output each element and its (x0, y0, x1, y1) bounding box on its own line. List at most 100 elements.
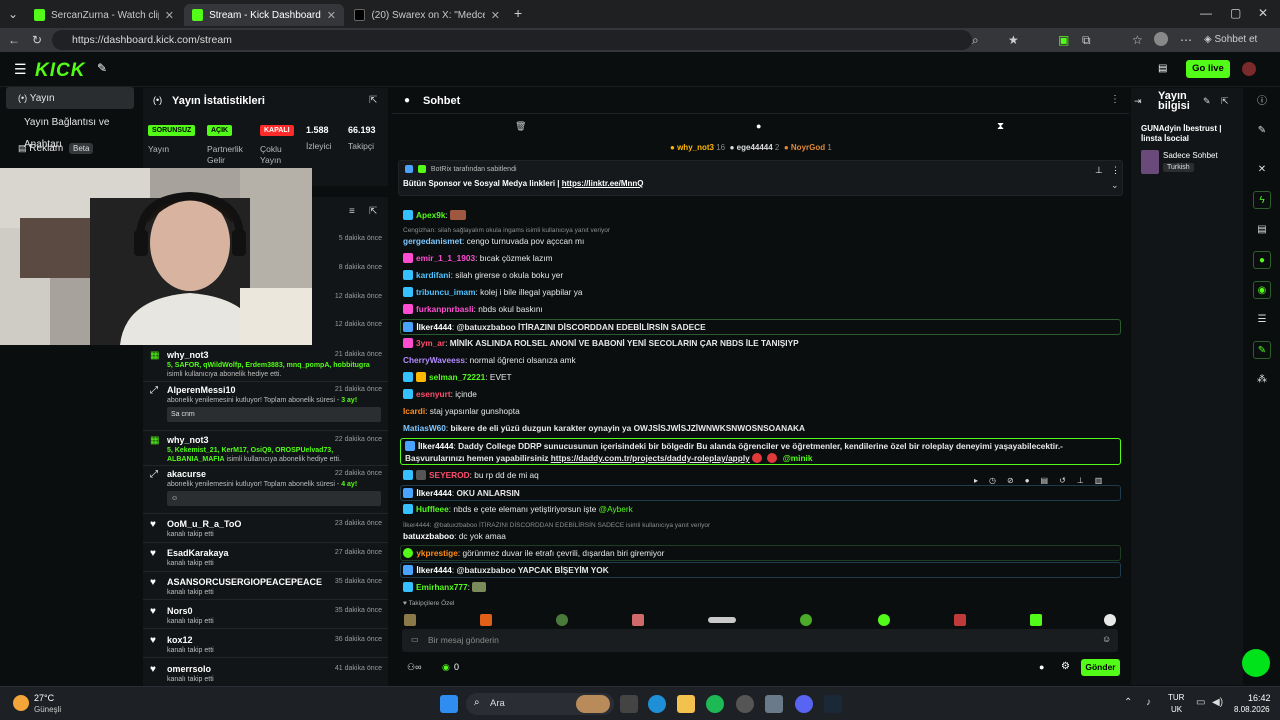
nav-item-stream-key[interactable]: Yayın Bağlantısı ve Anahtarı (6, 112, 134, 150)
chat-message[interactable]: 3ym_ar: MİNİK ASLINDA ROLSEL ANONİ VE BA… (403, 336, 1123, 352)
filter-icon[interactable]: ≡ (349, 206, 355, 217)
close-window-icon[interactable]: ✕ (1258, 6, 1268, 20)
network-icon[interactable]: ▭ (1196, 697, 1205, 708)
popout-icon[interactable]: ⇱ (369, 206, 377, 217)
close-icon[interactable]: ✕ (165, 9, 174, 22)
copy-icon[interactable]: ▤ (1041, 476, 1060, 485)
reply-icon[interactable]: ● (1025, 476, 1041, 485)
emote-icon[interactable] (632, 614, 644, 626)
clock-time[interactable]: 16:42 (1248, 693, 1271, 703)
chat-message[interactable]: selman_72221: EVET (403, 370, 1123, 386)
emote-icon[interactable] (404, 614, 416, 626)
chatter-name[interactable]: why_not3 (677, 143, 714, 152)
users-icon[interactable]: ⚇∞ (407, 662, 421, 673)
chat-username[interactable]: CherryWaveess (403, 355, 465, 365)
chat-username[interactable]: İlker4444 (416, 488, 452, 498)
chat-mention[interactable]: @Ayberk (599, 504, 633, 514)
close-icon[interactable]: ✕ (327, 9, 336, 22)
trash-icon[interactable]: 🗑 (515, 121, 526, 132)
more-icon[interactable]: ⋮ (1110, 94, 1120, 105)
popout-icon[interactable]: ⇱ (369, 95, 377, 106)
chat-username[interactable]: tribuncu_imam (416, 287, 475, 297)
event-username[interactable]: OoM_u_R_a_ToO (167, 519, 241, 529)
chat-username[interactable]: Icardi (403, 406, 425, 416)
spotify-icon[interactable] (706, 695, 724, 713)
chat-message[interactable]: ykprestige: görünmez duvar ile etrafı çe… (400, 545, 1121, 561)
chat-message[interactable]: batuxzbaboo: dc yok amaa (403, 529, 1123, 545)
chat-username[interactable]: 3ym_ar (416, 338, 445, 348)
emote-icon[interactable] (878, 614, 890, 626)
steam-icon[interactable] (824, 695, 842, 713)
chat-username[interactable]: İlker4444 (418, 441, 454, 451)
lightning-icon[interactable]: ϟ (1253, 191, 1271, 209)
event-username[interactable]: EsadKarakaya (167, 548, 229, 558)
chatter-name[interactable]: NoyrGod (791, 143, 825, 152)
timeout-icon[interactable]: ◷ (989, 476, 1007, 485)
event-username[interactable]: ASANSORCUSERGIOPEACEPEACE (167, 577, 322, 587)
zoom-icon[interactable]: ⌕ (972, 33, 979, 48)
chat-message[interactable]: kardifani: silah girerse o okula boku ye… (403, 268, 1123, 284)
chat-message-highlighted[interactable]: İlker4444: Daddy College DDRP sunucusunu… (400, 438, 1121, 465)
chat-username[interactable]: Emirhanx777 (416, 582, 468, 592)
chat-message[interactable]: İlker4444: @batuxzbaboo YAPCAK BİŞEYİM Y… (400, 562, 1121, 578)
tab-list-icon[interactable]: ⌄ (8, 7, 18, 21)
hourglass-icon[interactable]: ⧗ (997, 121, 1004, 132)
task-view-icon[interactable] (620, 695, 638, 713)
bookmark-icon[interactable]: ★ (1008, 33, 1019, 47)
ban-icon[interactable]: ⊘ (1007, 476, 1025, 485)
event-username[interactable]: why_not3 (167, 435, 209, 445)
reload-icon[interactable]: ↻ (32, 33, 42, 47)
chat-message[interactable]: MatiasW60: bikere de eli yüzü duzgun kar… (403, 421, 1123, 437)
chat-username[interactable]: Huffleee (416, 504, 449, 514)
chat-username[interactable]: selman_72221 (429, 372, 485, 382)
nav-item-stream[interactable]: (•) Yayın (6, 87, 134, 109)
chat-mention[interactable]: @minik (783, 453, 813, 463)
chatter-name[interactable]: ege44444 (737, 143, 773, 152)
pinned-link[interactable]: https://linktr.ee/MnnQ (562, 179, 644, 188)
weather-icon[interactable] (13, 695, 29, 711)
menu-icon[interactable]: ⋯ (1180, 33, 1192, 47)
emote-icon[interactable] (1104, 614, 1116, 626)
edit-icon[interactable]: ✎ (1253, 122, 1271, 140)
close-icon[interactable]: ✕ (491, 9, 500, 22)
chat-username[interactable]: İlker4444 (416, 565, 452, 575)
edit-icon[interactable]: ✎ (1203, 96, 1211, 107)
kick-logo[interactable]: KICK (35, 60, 85, 82)
emote-icon[interactable] (954, 614, 966, 626)
chat-bubble-icon[interactable]: ● (1039, 662, 1044, 672)
app-icon[interactable] (736, 695, 754, 713)
chat-message[interactable]: furkanpnrbasli: nbds okul baskını (403, 302, 1123, 318)
tab-kick-clips[interactable]: SercanZurna - Watch clips on Kick ✕ (26, 4, 182, 26)
chat-input-field[interactable]: ▭ Bir mesaj gönderin ☺ (402, 629, 1118, 652)
status-indicator[interactable] (1242, 649, 1270, 677)
edge-icon[interactable] (648, 695, 666, 713)
clipboard-icon[interactable]: ▤ (1253, 221, 1271, 239)
emote-icon[interactable] (708, 617, 736, 623)
maximize-icon[interactable]: ▢ (1230, 6, 1241, 20)
list-icon[interactable]: ☰ (1253, 311, 1271, 329)
pin-icon[interactable]: ✎ (1253, 341, 1271, 359)
chat-username[interactable]: batuxzbaboo (403, 531, 454, 541)
chat-username[interactable]: SEYEROD (429, 470, 470, 480)
mic-icon[interactable]: ♪ (1146, 697, 1151, 708)
chat-message[interactable]: Huffleee: nbds e çete elemanı yetiştiriy… (403, 502, 1123, 518)
chat-bubble-icon[interactable]: ● (756, 121, 761, 131)
studio-icon[interactable]: ▤ (1158, 63, 1167, 74)
undo-icon[interactable]: ↺ (1059, 476, 1077, 485)
pin-icon[interactable]: ⊥ (1077, 476, 1095, 485)
broadcast-icon[interactable]: ◉ (1253, 281, 1271, 299)
category-name[interactable]: Sadece Sohbet (1163, 151, 1218, 160)
emoji-icon[interactable]: ☺ (1102, 634, 1111, 644)
send-button[interactable]: Gönder (1081, 659, 1120, 676)
chat-message[interactable]: İlker4444: @batuxzbaboo İTİRAZINI DİSCOR… (400, 319, 1121, 335)
volume-icon[interactable]: ◀) (1212, 697, 1223, 708)
profile-avatar[interactable] (1154, 32, 1168, 46)
chat-username[interactable]: esenyurt (416, 389, 451, 399)
chat-message[interactable]: esenyurt: içinde (403, 387, 1123, 403)
chat-username[interactable]: ykprestige (416, 548, 458, 558)
new-tab-icon[interactable]: + (514, 5, 522, 21)
category-thumbnail[interactable] (1141, 150, 1159, 174)
chat-username[interactable]: İlker4444 (416, 322, 452, 332)
emote-icon[interactable] (1030, 614, 1042, 626)
share-icon[interactable]: ⁂ (1253, 371, 1271, 389)
